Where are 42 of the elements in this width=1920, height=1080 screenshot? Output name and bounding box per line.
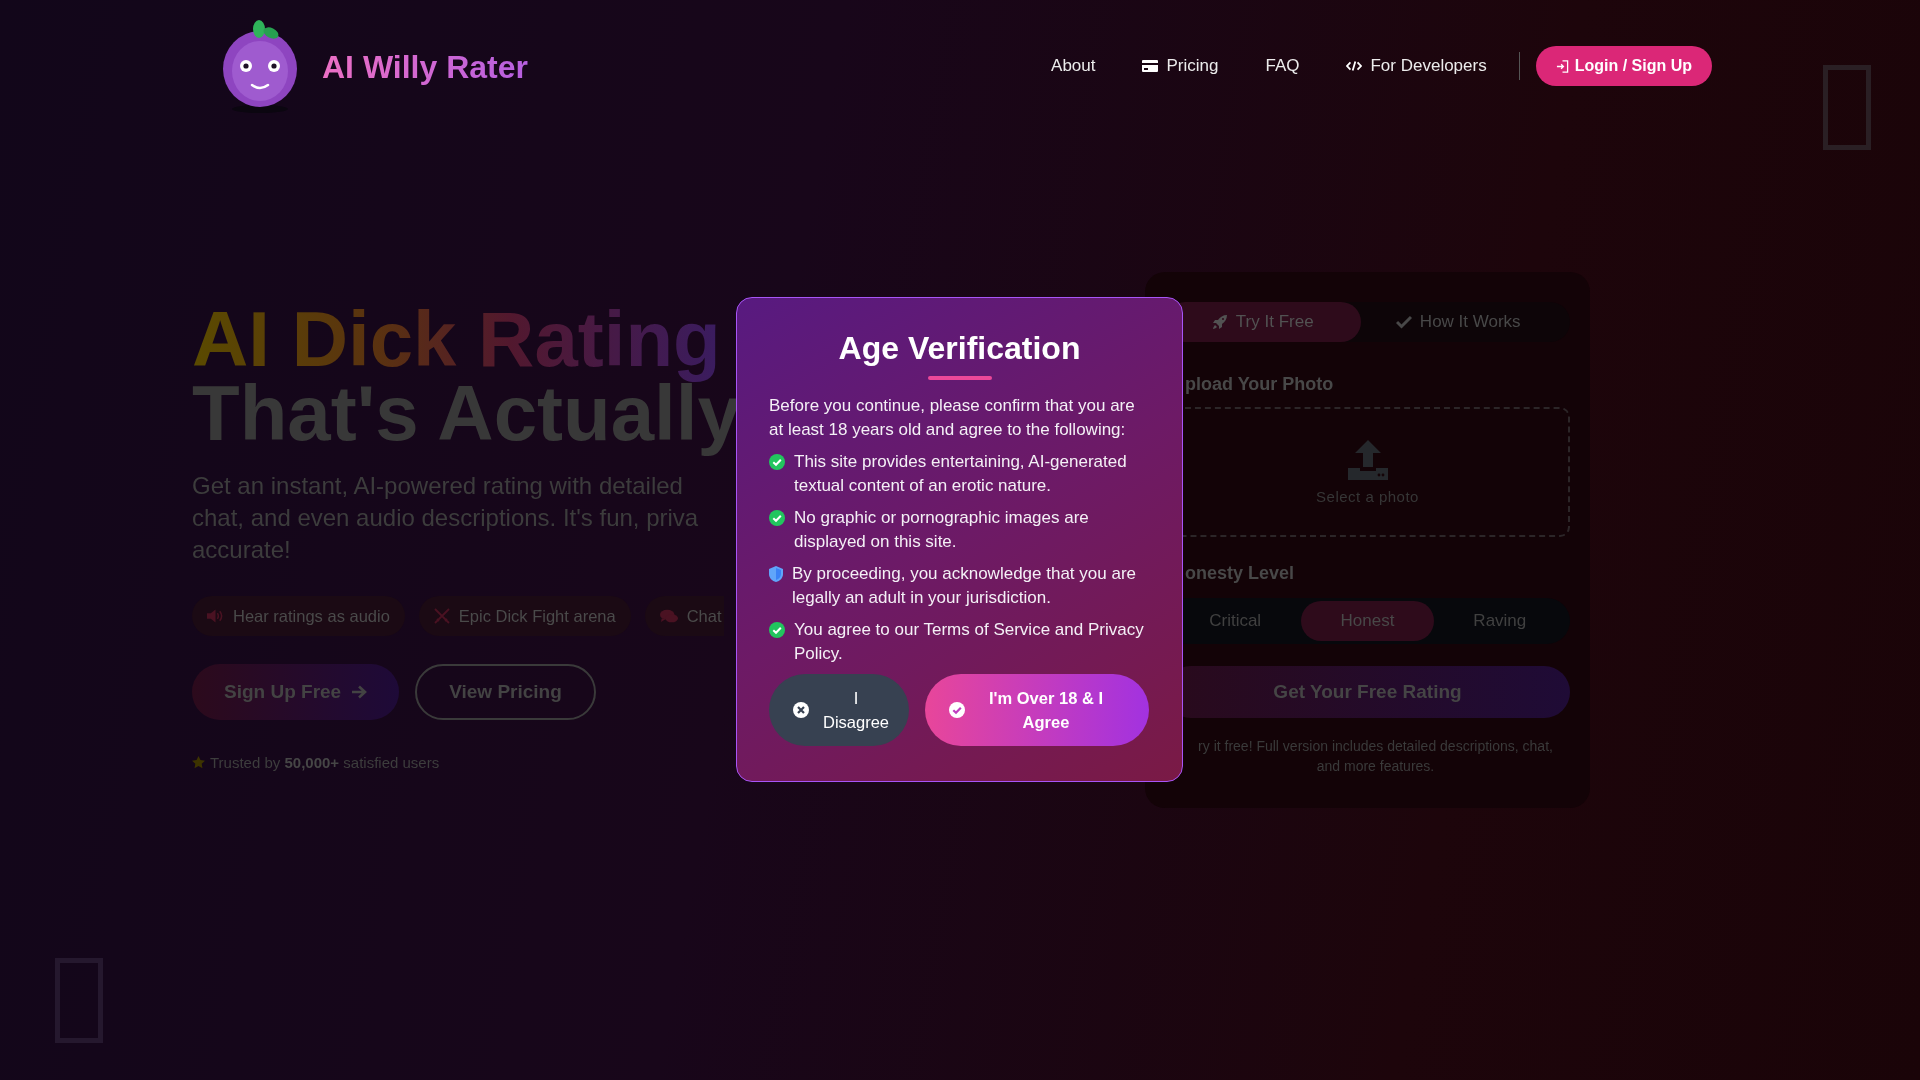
agreement-text: No graphic or pornographic images are displayed on this site. — [794, 507, 1090, 553]
nav-link[interactable]: FAQ — [1265, 56, 1300, 76]
check-circle-icon — [769, 510, 785, 526]
agreement-text: This site provides entertaining, AI-generated textual content of an erotic nature. — [794, 451, 1128, 497]
honesty-option[interactable]: Critical — [1169, 601, 1302, 641]
feature-chip: Epic Dick Fight arena — [418, 596, 631, 636]
agree-button[interactable]: I'm Over 18 & I Agree — [925, 674, 1149, 746]
code-icon — [1346, 60, 1363, 72]
arrow-right-icon — [351, 685, 368, 699]
feature-chip: Hear ratings as audio — [192, 596, 405, 636]
feature-chip: Chat — [644, 596, 724, 636]
pricing-button[interactable]: View Pricing — [415, 664, 596, 720]
section-label: onesty Level — [1185, 563, 1296, 584]
x-circle-icon — [793, 702, 809, 718]
section-label: pload Your Photo — [1185, 374, 1335, 395]
sign-in-icon — [1555, 59, 1569, 73]
check-circle-icon — [949, 702, 965, 718]
agreement-text: You agree to our Terms of Service and Privacy Policy. — [794, 619, 1145, 665]
card-icon — [1142, 60, 1159, 72]
honesty-option[interactable]: Honest — [1301, 601, 1434, 641]
tab[interactable]: How It Works — [1360, 302, 1556, 342]
check-circle-icon — [769, 622, 785, 638]
nav-link[interactable]: For Developers — [1346, 56, 1487, 76]
login-button[interactable]: Login / Sign Up — [1535, 46, 1712, 86]
crossed-swords-icon — [433, 608, 450, 624]
disagree-button[interactable]: I Disagree — [769, 674, 909, 746]
upload-icon — [1347, 439, 1388, 480]
honesty-option[interactable]: Raving — [1433, 601, 1566, 641]
intro-text: Before you continue, please confirm that you are at least 18 years old and agree to the following: — [769, 395, 1136, 441]
sign-up-button[interactable]: Sign Up Free — [192, 664, 400, 720]
missing-glyph-icon — [1823, 65, 1871, 150]
speaker-icon — [207, 609, 224, 623]
checkmark-icon — [1395, 315, 1412, 329]
agreement-text: By proceeding, you acknowledge that you are legally an adult in your jurisdiction. — [792, 563, 1137, 609]
nav-link[interactable]: About — [1051, 56, 1096, 76]
star-icon — [192, 756, 205, 769]
shield-icon — [769, 566, 783, 582]
chat-icon — [659, 608, 678, 624]
dialog-title: Age Verification — [837, 329, 1082, 368]
check-circle-icon — [769, 454, 785, 470]
rocket-icon — [1211, 314, 1228, 330]
nav-link[interactable]: Pricing — [1142, 56, 1219, 76]
